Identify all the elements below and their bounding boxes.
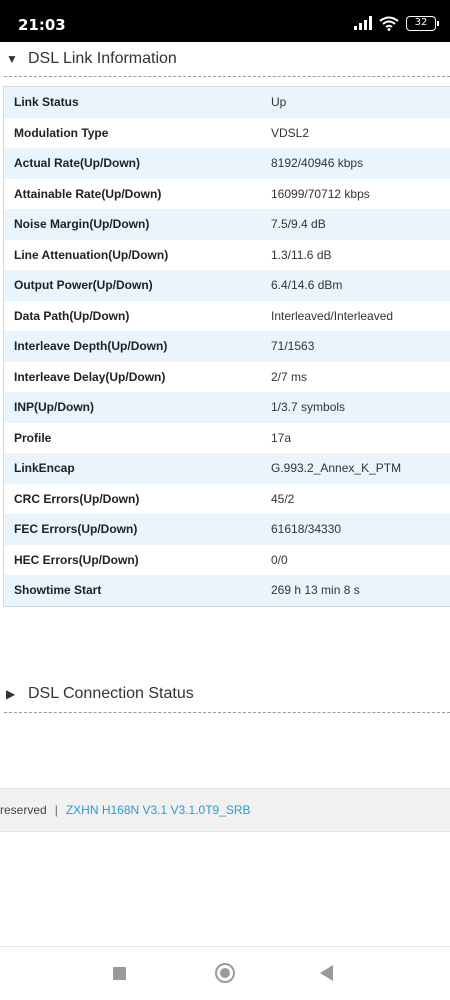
row-label: Modulation Type xyxy=(14,125,109,140)
status-bar: 21:03 32 xyxy=(0,0,450,42)
row-value: 0/0 xyxy=(271,552,288,567)
table-row: Attainable Rate(Up/Down) 16099/70712 kbps xyxy=(4,178,450,209)
row-value: 45/2 xyxy=(271,491,295,506)
status-icons: 32 xyxy=(354,14,439,32)
table-row: Interleave Depth(Up/Down) 71/1563 xyxy=(4,331,450,362)
row-label: Output Power(Up/Down) xyxy=(14,278,153,293)
row-label: Showtime Start xyxy=(14,583,102,598)
footer: reserved | ZXHN H168N V3.1 V3.1.0T9_SRB xyxy=(0,788,450,832)
row-label: Profile xyxy=(14,430,52,445)
table-row: LinkEncap G.993.2_Annex_K_PTM xyxy=(4,453,450,484)
table-row: CRC Errors(Up/Down) 45/2 xyxy=(4,483,450,514)
battery-icon: 32 xyxy=(406,15,439,31)
row-label: Interleave Depth(Up/Down) xyxy=(14,339,168,354)
row-label: Attainable Rate(Up/Down) xyxy=(14,186,162,201)
row-value: 1/3.7 symbols xyxy=(271,400,346,415)
row-label: Line Attenuation(Up/Down) xyxy=(14,247,169,262)
row-value: 61618/34330 xyxy=(271,522,342,537)
row-value: 2/7 ms xyxy=(271,369,308,384)
row-label: Data Path(Up/Down) xyxy=(14,308,130,323)
row-value: Up xyxy=(271,95,287,110)
divider xyxy=(4,76,450,77)
row-label: Actual Rate(Up/Down) xyxy=(14,156,140,171)
section-title: DSL Connection Status xyxy=(28,685,194,702)
row-value: Interleaved/Interleaved xyxy=(271,308,394,323)
table-row: Output Power(Up/Down) 6.4/14.6 dBm xyxy=(4,270,450,301)
row-value: 1.3/11.6 dB xyxy=(271,247,332,262)
row-value: VDSL2 xyxy=(271,125,310,140)
row-value: G.993.2_Annex_K_PTM xyxy=(271,461,402,476)
divider xyxy=(4,712,450,713)
table-row: Noise Margin(Up/Down) 7.5/9.4 dB xyxy=(4,209,450,240)
back-button[interactable] xyxy=(320,965,333,981)
table-row: Profile 17a xyxy=(4,422,450,453)
dsl-connection-status-header[interactable]: ▶ DSL Connection Status xyxy=(0,677,450,711)
row-label: HEC Errors(Up/Down) xyxy=(14,552,139,567)
row-value: 7.5/9.4 dB xyxy=(271,217,326,232)
firmware-version-link[interactable]: ZXHN H168N V3.1 V3.1.0T9_SRB xyxy=(66,803,251,817)
row-label: FEC Errors(Up/Down) xyxy=(14,522,138,537)
table-row: Interleave Delay(Up/Down) 2/7 ms xyxy=(4,361,450,392)
dsl-link-info-header[interactable]: ▼ DSL Link Information xyxy=(0,42,450,76)
row-label: INP(Up/Down) xyxy=(14,400,94,415)
table-row: INP(Up/Down) 1/3.7 symbols xyxy=(4,392,450,423)
section-title: DSL Link Information xyxy=(28,50,177,67)
dsl-link-info-table: Link Status Up Modulation Type VDSL2 Actual … xyxy=(3,86,450,607)
recent-apps-button[interactable] xyxy=(113,967,126,980)
row-value: 6.4/14.6 dBm xyxy=(271,278,343,293)
table-row: Modulation Type VDSL2 xyxy=(4,117,450,148)
table-row: HEC Errors(Up/Down) 0/0 xyxy=(4,544,450,575)
triangle-right-icon: ▶ xyxy=(6,687,16,701)
signal-icon xyxy=(354,16,372,30)
table-row: FEC Errors(Up/Down) 61618/34330 xyxy=(4,514,450,545)
row-value: 269 h 13 min 8 s xyxy=(271,583,360,598)
footer-separator: | xyxy=(54,803,58,817)
table-row: Data Path(Up/Down) Interleaved/Interleave… xyxy=(4,300,450,331)
footer-copyright: reserved xyxy=(0,803,47,817)
row-value: 71/1563 xyxy=(271,339,315,354)
triangle-down-icon: ▼ xyxy=(6,52,18,66)
table-row: Actual Rate(Up/Down) 8192/40946 kbps xyxy=(4,148,450,179)
row-label: Interleave Delay(Up/Down) xyxy=(14,369,166,384)
row-label: Noise Margin(Up/Down) xyxy=(14,217,150,232)
status-time: 21:03 xyxy=(18,16,66,34)
row-label: CRC Errors(Up/Down) xyxy=(14,491,140,506)
home-button[interactable] xyxy=(215,963,235,983)
table-row: Line Attenuation(Up/Down) 1.3/11.6 dB xyxy=(4,239,450,270)
row-value: 8192/40946 kbps xyxy=(271,156,364,171)
wifi-icon xyxy=(379,16,399,31)
row-label: Link Status xyxy=(14,95,79,110)
row-value: 17a xyxy=(271,430,292,445)
row-value: 16099/70712 kbps xyxy=(271,186,370,201)
row-label: LinkEncap xyxy=(14,461,75,476)
table-row: Showtime Start 269 h 13 min 8 s xyxy=(4,575,450,606)
navigation-bar xyxy=(0,946,450,1000)
table-row: Link Status Up xyxy=(4,87,450,118)
